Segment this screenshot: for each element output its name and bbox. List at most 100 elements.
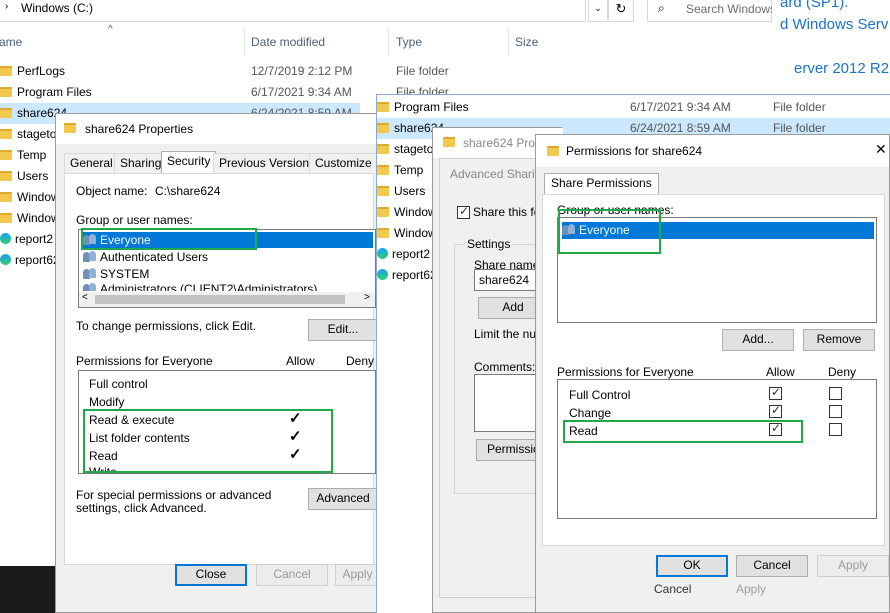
file-row[interactable]: report2	[0, 229, 53, 250]
horizontal-scrollbar[interactable]: < >	[79, 292, 375, 307]
folder-icon	[377, 228, 389, 238]
column-divider[interactable]	[388, 28, 389, 56]
scroll-left-icon[interactable]: <	[82, 292, 88, 303]
close-button[interactable]: Close	[175, 564, 247, 586]
tab-strip: General Sharing Security Previous Versio…	[64, 151, 378, 174]
share-folder-label: Share this fol	[473, 205, 544, 219]
highlight-read	[563, 420, 803, 443]
share-name-value: share624	[479, 273, 530, 287]
folder-icon	[0, 129, 12, 139]
file-row[interactable]: report2	[377, 244, 430, 265]
refresh-button[interactable]: ↻	[608, 0, 634, 22]
address-text: Windows (C:)	[21, 1, 94, 15]
tab-share-permissions[interactable]: Share Permissions	[544, 173, 659, 195]
file-row[interactable]: Window	[0, 187, 60, 208]
perm-full-control: Full Control	[569, 388, 631, 402]
file-row[interactable]: Temp	[0, 145, 46, 166]
file-name: Temp	[394, 163, 424, 177]
column-divider[interactable]	[244, 28, 245, 56]
folder-icon	[377, 123, 389, 133]
edge-icon	[377, 269, 388, 280]
close-icon[interactable]: ✕	[875, 141, 887, 158]
user-item[interactable]: Authenticated Users	[83, 249, 208, 265]
file-row[interactable]: Program Files 6/17/2021 9:34 AM File folde…	[377, 97, 890, 118]
tab-sharing[interactable]: Sharing	[114, 153, 168, 173]
deny-change-checkbox[interactable]	[829, 405, 842, 418]
file-row[interactable]: report62	[0, 250, 60, 271]
perm-modify: Modify	[89, 395, 125, 409]
column-date[interactable]: Date modified	[251, 35, 325, 49]
file-row[interactable]: stagetoo	[0, 124, 63, 145]
column-size[interactable]: Size	[515, 35, 538, 49]
settings-label: Settings	[465, 237, 513, 251]
add-user-button[interactable]: Add...	[722, 329, 794, 351]
file-date: 6/17/2021 9:34 AM	[251, 85, 352, 99]
file-name: Program Files	[17, 85, 92, 99]
folder-icon	[377, 165, 389, 175]
ok-button[interactable]: OK	[656, 555, 728, 577]
dialog-title: share624 Properties	[85, 122, 194, 136]
folder-icon	[443, 137, 455, 147]
share-folder-checkbox[interactable]	[457, 204, 470, 219]
properties-dialog: share624 Properties General Sharing Secu…	[55, 113, 381, 613]
file-name: Program Files	[394, 100, 469, 114]
tab-security[interactable]: Security	[161, 151, 217, 174]
title-bar: share624 Properties	[56, 114, 380, 144]
remove-user-button[interactable]: Remove	[803, 329, 875, 351]
edge-icon	[0, 233, 11, 244]
column-divider[interactable]	[508, 28, 509, 56]
address-chevron-icon: ›	[5, 1, 9, 12]
highlight-everyone	[558, 209, 661, 254]
tab-general[interactable]: General	[64, 153, 119, 173]
file-type: File folder	[773, 100, 826, 114]
file-row[interactable]: Window	[377, 202, 437, 223]
dialog-title: share624 Prop	[463, 136, 542, 150]
edge-icon	[0, 254, 11, 265]
file-row[interactable]: stagetoo	[377, 139, 440, 160]
apply-button[interactable]: Apply	[817, 555, 889, 577]
allow-full-control-checkbox[interactable]	[769, 385, 782, 400]
column-name[interactable]: ame	[0, 35, 22, 49]
cancel-button[interactable]: Cancel	[736, 555, 808, 577]
file-row[interactable]: Users	[0, 166, 48, 187]
scroll-thumb[interactable]	[95, 295, 345, 304]
file-row[interactable]: Window	[377, 223, 437, 244]
apply-button[interactable]: Apply	[335, 564, 380, 586]
file-name: Users	[394, 184, 426, 198]
file-row[interactable]: report62	[377, 265, 437, 286]
column-type[interactable]: Type	[396, 35, 422, 49]
folder-icon	[0, 87, 12, 97]
edit-button[interactable]: Edit...	[308, 319, 378, 341]
user-item[interactable]: SYSTEM	[83, 266, 149, 282]
file-name: Window	[17, 211, 60, 225]
permissions-label: Permissions for Everyone	[557, 365, 694, 379]
address-bar[interactable]: › Windows (C:)	[0, 0, 586, 22]
file-name: report62	[15, 253, 60, 267]
file-row[interactable]: PerfLogs 12/7/2019 2:12 PM File folder	[0, 61, 560, 82]
search-box[interactable]: ⌕ Search Windows	[647, 0, 776, 22]
file-name: report2	[15, 232, 54, 246]
folder-icon	[0, 108, 12, 118]
scroll-right-icon[interactable]: >	[364, 292, 370, 303]
object-name-label: Object name:	[76, 184, 148, 198]
user-label: SYSTEM	[100, 267, 150, 281]
file-row[interactable]: Window	[0, 208, 60, 229]
allow-change-checkbox[interactable]	[769, 403, 782, 418]
folder-icon	[547, 146, 559, 156]
advanced-button[interactable]: Advanced	[308, 488, 378, 510]
tab-previous-versions[interactable]: Previous Versions	[213, 153, 322, 173]
perm-full-control: Full control	[89, 377, 148, 391]
folder-icon	[0, 66, 12, 76]
cancel-button[interactable]: Cancel	[256, 564, 328, 586]
folder-icon	[377, 186, 389, 196]
file-row[interactable]: Users	[377, 181, 425, 202]
folder-icon	[377, 207, 389, 217]
deny-read-checkbox[interactable]	[829, 423, 842, 436]
address-dropdown-button[interactable]: ⌄	[588, 0, 608, 22]
tab-customize[interactable]: Customize	[309, 153, 378, 173]
deny-full-control-checkbox[interactable]	[829, 387, 842, 400]
adv-sharing-title: Advanced Sharin	[450, 167, 542, 181]
file-name: Window	[394, 226, 437, 240]
file-row[interactable]: Temp	[377, 160, 423, 181]
allow-header: Allow	[286, 354, 315, 368]
